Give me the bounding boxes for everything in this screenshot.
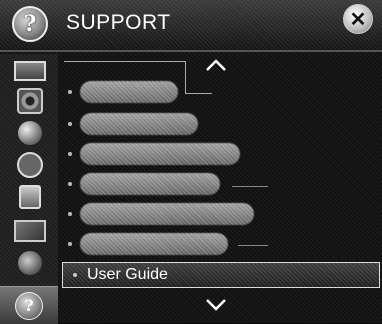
- input-icon: [14, 220, 46, 242]
- sidebar: ?: [0, 54, 58, 324]
- sidebar-item-picture[interactable]: [14, 58, 46, 84]
- sidebar-item-system[interactable]: [14, 250, 46, 276]
- menu-item-label: User Guide: [87, 266, 168, 283]
- picture-icon: [14, 61, 46, 81]
- clock-icon: [17, 152, 43, 178]
- menu-item-label: [80, 113, 198, 135]
- bullet-icon: [73, 273, 77, 277]
- lock-icon: [19, 185, 41, 209]
- speaker-icon: [17, 88, 43, 114]
- menu-item-user-guide[interactable]: User Guide: [62, 262, 380, 288]
- bullet-icon: [68, 122, 72, 126]
- page-title: SUPPORT: [66, 11, 171, 34]
- bullet-icon: [68, 182, 72, 186]
- network-icon: [18, 121, 42, 145]
- menu-item[interactable]: [64, 232, 228, 256]
- bullet-icon: [68, 152, 72, 156]
- menu-item[interactable]: [64, 142, 240, 166]
- scroll-up-icon[interactable]: [205, 58, 227, 72]
- menu-item-label: [80, 233, 228, 255]
- question-mark-icon: ?: [15, 291, 43, 320]
- sidebar-item-support[interactable]: ?: [0, 286, 58, 324]
- menu-item[interactable]: [64, 80, 178, 104]
- connector-line: [185, 93, 212, 94]
- sidebar-item-timer[interactable]: [14, 152, 46, 178]
- connector-line: [64, 61, 186, 62]
- connector-line: [185, 61, 186, 94]
- question-mark-icon: ?: [12, 6, 48, 42]
- connector-line: [238, 245, 268, 246]
- sidebar-item-audio[interactable]: [14, 88, 46, 114]
- menu-item-label: [80, 173, 220, 195]
- connector-line: [232, 186, 268, 187]
- sidebar-item-lock[interactable]: [14, 184, 46, 210]
- menu-item-label: [80, 203, 254, 225]
- sidebar-item-network[interactable]: [14, 120, 46, 146]
- menu-item[interactable]: [64, 112, 198, 136]
- sidebar-item-input[interactable]: [14, 218, 46, 244]
- tv-menu-screen: ? SUPPORT ✕ ? User Guide: [0, 0, 382, 324]
- menu-item[interactable]: [64, 202, 254, 226]
- menu-header: ? SUPPORT ✕: [0, 0, 382, 52]
- bullet-icon: [68, 242, 72, 246]
- menu-item-label: [80, 143, 240, 165]
- menu-item-label: [80, 81, 178, 103]
- menu-item[interactable]: [64, 172, 220, 196]
- close-button[interactable]: ✕: [343, 4, 373, 34]
- bullet-icon: [68, 212, 72, 216]
- bullet-icon: [68, 90, 72, 94]
- globe-icon: [18, 251, 42, 275]
- scroll-down-icon[interactable]: [205, 298, 227, 312]
